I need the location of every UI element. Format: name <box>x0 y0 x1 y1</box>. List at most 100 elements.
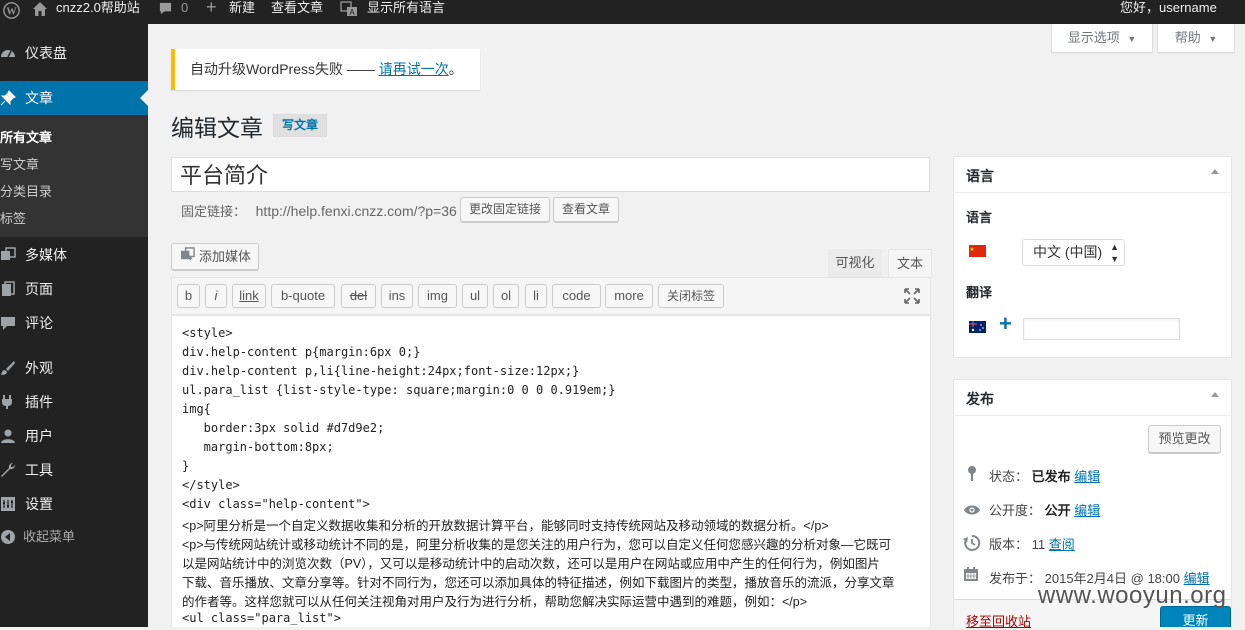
retry-link[interactable]: 请再试一次 <box>379 61 449 77</box>
menu-label: 仪表盘 <box>25 45 67 61</box>
language-label: 语言 <box>966 210 993 225</box>
publish-box-header[interactable]: 发布 <box>954 380 1231 416</box>
notice-text: 自动升级WordPress失败 —— <box>190 61 379 77</box>
menu-media[interactable]: 多媒体 <box>0 238 148 272</box>
help-tab[interactable]: 帮助 ▼ <box>1157 24 1235 53</box>
media-icon <box>0 238 20 272</box>
preview-changes-button[interactable]: 预览更改 <box>1148 425 1221 453</box>
view-post-link[interactable]: 查看文章 <box>271 0 323 24</box>
quicktag-link[interactable]: link <box>232 284 266 308</box>
pin-icon <box>0 81 20 115</box>
toggle-arrow-icon[interactable] <box>1211 392 1219 397</box>
menu-appearance[interactable]: 外观 <box>0 351 148 385</box>
quicktag-i[interactable]: i <box>205 284 227 308</box>
quicktag-more[interactable]: more <box>605 284 653 308</box>
add-translation-icon[interactable]: + <box>999 313 1012 335</box>
edit-visibility-link[interactable]: 编辑 <box>1074 503 1100 518</box>
submenu-categories[interactable]: 分类目录 <box>0 181 52 200</box>
media-icon <box>180 245 195 270</box>
home-icon[interactable] <box>32 1 48 25</box>
menu-comments[interactable]: 评论 <box>0 306 148 340</box>
browse-revisions-link[interactable]: 查阅 <box>1049 537 1075 552</box>
quicktag-ins[interactable]: ins <box>381 284 413 308</box>
content-line: 下载、音乐播放、文章分享等。针对不同行为，您还可以添加具体的特征描述，例如下载图… <box>182 576 895 590</box>
visibility-label: 公开度： <box>989 503 1042 518</box>
menu-label: 文章 <box>25 90 53 106</box>
visibility-value: 公开 <box>1044 503 1071 518</box>
menu-label: 设置 <box>25 496 53 512</box>
quicktag-ul[interactable]: ul <box>462 284 488 308</box>
menu-pages[interactable]: 页面 <box>0 272 148 306</box>
menu-plugins[interactable]: 插件 <box>0 385 148 419</box>
add-media-label: 添加媒体 <box>199 249 252 264</box>
page-icon <box>0 272 20 306</box>
menu-label: 页面 <box>25 281 53 297</box>
tab-visual[interactable]: 可视化 <box>828 249 882 277</box>
menu-users[interactable]: 用户 <box>0 419 148 453</box>
comment-icon <box>0 306 20 340</box>
collapse-icon <box>0 520 20 554</box>
user-icon <box>0 419 20 453</box>
collapse-menu[interactable]: 收起菜单 <box>0 520 148 554</box>
toggle-arrow-icon[interactable] <box>1211 169 1219 174</box>
post-title-input[interactable]: 平台简介 <box>171 157 930 192</box>
screen-options-label: 显示选项 <box>1067 30 1120 45</box>
submenu-tags[interactable]: 标签 <box>0 208 26 227</box>
menu-label: 用户 <box>25 428 53 444</box>
language-box-header[interactable]: 语言 <box>954 157 1231 193</box>
show-all-languages-link[interactable]: 显示所有语言 <box>367 0 445 24</box>
account-greeting[interactable]: 您好，username <box>1120 0 1217 24</box>
comments-count[interactable]: 0 <box>181 0 188 24</box>
quicktag-b[interactable]: b <box>177 284 200 308</box>
add-new-button[interactable]: 写文章 <box>273 114 328 137</box>
menu-label: 插件 <box>25 394 53 410</box>
view-post-button[interactable]: 查看文章 <box>553 197 619 222</box>
submenu-all-posts[interactable]: 所有文章 <box>0 127 52 146</box>
site-name-link[interactable]: cnzz2.0帮助站 <box>56 0 140 24</box>
submenu-write-post[interactable]: 写文章 <box>0 154 39 173</box>
translation-label: 翻译 <box>966 285 993 300</box>
admin-bar: W cnzz2.0帮助站 0 + 新建 查看文章 A 显示所有语言 您好，use… <box>0 0 1245 24</box>
menu-label: 外观 <box>25 360 53 376</box>
menu-settings[interactable]: 设置 <box>0 487 148 521</box>
permalink-label: 固定链接： <box>181 204 247 219</box>
quicktag-del[interactable]: del <box>341 284 376 308</box>
content-line: <p>与传统网站统计或移动统计不同的是，阿里分析收集的是您关注的用户行为，您可以… <box>182 538 892 552</box>
add-media-button[interactable]: 添加媒体 <box>171 243 259 270</box>
menu-posts[interactable]: 文章 <box>0 81 148 115</box>
permalink-url[interactable]: http://help.fenxi.cnzz.com/?p=36 <box>256 203 457 219</box>
new-link[interactable]: 新建 <box>229 0 255 24</box>
permalink-row: 固定链接： http://help.fenxi.cnzz.com/?p=36 <box>181 201 457 220</box>
select-arrows-icon: ▲ ▼ <box>1110 242 1119 264</box>
comment-icon[interactable] <box>158 1 173 25</box>
language-select[interactable]: 中文 (中国) ▲ ▼ <box>1022 239 1125 266</box>
quicktag-b-quote[interactable]: b-quote <box>271 284 335 308</box>
quicktag-ol[interactable]: ol <box>493 284 519 308</box>
quicktag-code[interactable]: code <box>552 284 601 308</box>
translation-input[interactable] <box>1023 318 1180 340</box>
change-permalink-button[interactable]: 更改固定链接 <box>460 197 550 222</box>
screen-options-tab[interactable]: 显示选项 ▼ <box>1051 24 1153 53</box>
wrench-icon <box>0 453 20 487</box>
tab-text[interactable]: 文本 <box>888 249 932 277</box>
status-value: 已发布 <box>1031 469 1071 484</box>
notice-suffix: 。 <box>448 61 463 77</box>
fullscreen-icon[interactable] <box>903 287 921 308</box>
menu-dashboard[interactable]: 仪表盘 <box>0 36 148 70</box>
china-flag-icon <box>969 245 986 260</box>
move-to-trash-link[interactable]: 移至回收站 <box>966 611 1031 630</box>
plus-icon[interactable]: + <box>206 0 217 23</box>
help-label: 帮助 <box>1174 30 1201 45</box>
quicktag-close-tags[interactable]: 关闭标签 <box>658 284 724 308</box>
content-line: div.help-content p{margin:6px 0;} <box>182 345 421 359</box>
quicktag-li[interactable]: li <box>525 284 547 308</box>
menu-tools[interactable]: 工具 <box>0 453 148 487</box>
edit-status-link[interactable]: 编辑 <box>1074 469 1100 484</box>
translate-icon[interactable]: A <box>340 1 358 25</box>
revisions-row: 版本： 11 查阅 <box>989 534 1075 553</box>
wordpress-logo-icon[interactable]: W <box>3 2 20 19</box>
quicktag-img[interactable]: img <box>418 284 457 308</box>
update-failed-notice: 自动升级WordPress失败 —— 请再试一次。 <box>171 49 480 90</box>
calendar-icon <box>963 566 979 586</box>
language-box-title: 语言 <box>966 168 994 184</box>
